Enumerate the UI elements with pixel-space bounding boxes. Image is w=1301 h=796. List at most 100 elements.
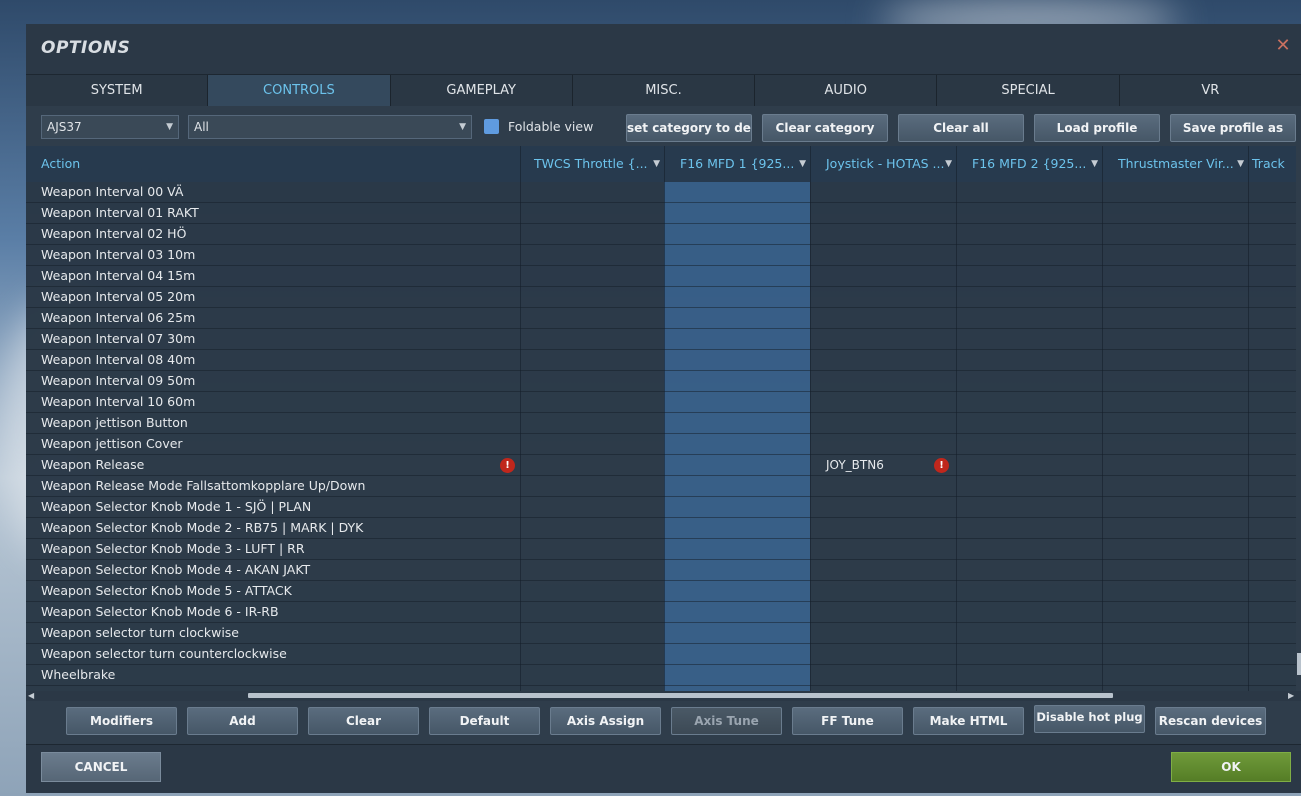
warning-icon: ! bbox=[934, 458, 949, 473]
load-profile-button[interactable]: Load profile bbox=[1034, 114, 1160, 142]
action-label: Weapon Interval 04 15m bbox=[41, 268, 196, 283]
table-row[interactable]: Weapon Selector Knob Mode 5 - ATTACK bbox=[26, 581, 1296, 602]
tab-special[interactable]: SPECIAL bbox=[937, 75, 1120, 107]
reset-category-button[interactable]: set category to defa bbox=[626, 114, 752, 142]
device-header-label: TWCS Throttle {... bbox=[534, 156, 648, 171]
device-column-header[interactable]: Thrustmaster Vir... ▼ bbox=[1102, 146, 1248, 182]
clear-button[interactable]: Clear bbox=[308, 707, 419, 735]
table-row[interactable]: Wheelbrake bbox=[26, 665, 1296, 686]
device-column-header[interactable]: Track bbox=[1248, 146, 1296, 182]
tab-gameplay[interactable]: GAMEPLAY bbox=[391, 75, 573, 107]
default-button[interactable]: Default bbox=[429, 707, 540, 735]
chevron-down-icon: ▼ bbox=[653, 159, 660, 169]
warning-icon: ! bbox=[500, 458, 515, 473]
table-row[interactable]: Weapon Interval 01 RAKT bbox=[26, 203, 1296, 224]
tab-controls[interactable]: CONTROLS bbox=[208, 75, 391, 107]
table-row[interactable]: Weapon Release Mode Fallsattomkopplare U… bbox=[26, 476, 1296, 497]
table-row[interactable]: Weapon Selector Knob Mode 1 - SJÖ | PLAN bbox=[26, 497, 1296, 518]
table-row[interactable]: Weapon Interval 02 HÖ bbox=[26, 224, 1296, 245]
action-label: Weapon jettison Button bbox=[41, 415, 188, 430]
add-button[interactable]: Add bbox=[187, 707, 298, 735]
action-label: Weapon Selector Knob Mode 1 - SJÖ | PLAN bbox=[41, 499, 312, 514]
device-column-header[interactable]: F16 MFD 2 {925... ▼ bbox=[956, 146, 1102, 182]
table-row[interactable]: Weapon Interval 05 20m bbox=[26, 287, 1296, 308]
table-row[interactable]: Weapon selector turn counterclockwise bbox=[26, 644, 1296, 665]
action-label: Weapon Interval 03 10m bbox=[41, 247, 196, 262]
table-row[interactable]: Weapon Interval 04 15m bbox=[26, 266, 1296, 287]
action-label: Weapon Release Mode Fallsattomkopplare U… bbox=[41, 478, 366, 493]
action-label: Weapon selector turn clockwise bbox=[41, 625, 239, 640]
modifiers-button[interactable]: Modifiers bbox=[66, 707, 177, 735]
tab-audio[interactable]: AUDIO bbox=[755, 75, 938, 107]
clear-all-button[interactable]: Clear all bbox=[898, 114, 1024, 142]
category-select[interactable]: All ▼ bbox=[188, 115, 472, 139]
table-row[interactable]: Weapon selector turn clockwise bbox=[26, 623, 1296, 644]
ok-button[interactable]: OK bbox=[1171, 752, 1291, 782]
table-row[interactable]: Weapon Selector Knob Mode 3 - LUFT | RR bbox=[26, 539, 1296, 560]
table-row[interactable]: Weapon Selector Knob Mode 2 - RB75 | MAR… bbox=[26, 518, 1296, 539]
tab-system[interactable]: SYSTEM bbox=[26, 75, 209, 107]
device-header-label: Track bbox=[1252, 156, 1285, 171]
table-row[interactable]: Weapon Interval 08 40m bbox=[26, 350, 1296, 371]
action-label: Weapon Selector Knob Mode 5 - ATTACK bbox=[41, 583, 292, 598]
table-row[interactable]: Weapon jettison Cover bbox=[26, 434, 1296, 455]
scroll-left-icon[interactable]: ◀ bbox=[28, 691, 34, 701]
chevron-down-icon: ▼ bbox=[1237, 159, 1244, 169]
action-label: Weapon Interval 08 40m bbox=[41, 352, 196, 367]
tab-vr[interactable]: VR bbox=[1120, 75, 1301, 107]
table-row[interactable]: Weapon Interval 00 VÄ bbox=[26, 182, 1296, 203]
table-row[interactable]: Weapon jettison Button bbox=[26, 413, 1296, 434]
close-icon[interactable]: ✕ bbox=[1273, 36, 1293, 56]
action-column-header[interactable]: Action bbox=[41, 146, 511, 182]
device-column-header[interactable]: TWCS Throttle {... ▼ bbox=[520, 146, 664, 182]
action-label: Weapon Interval 10 60m bbox=[41, 394, 196, 409]
table-row[interactable]: Weapon Selector Knob Mode 6 - IR-RB bbox=[26, 602, 1296, 623]
device-column-header[interactable]: F16 MFD 1 {925... ▼ bbox=[664, 146, 810, 182]
horizontal-scroll-thumb[interactable] bbox=[248, 693, 1113, 698]
checkbox-icon[interactable] bbox=[484, 119, 499, 134]
dialog-title: OPTIONS bbox=[41, 38, 131, 58]
tab-bar: SYSTEM CONTROLS GAMEPLAY MISC. AUDIO SPE… bbox=[26, 74, 1301, 108]
scroll-right-icon[interactable]: ▶ bbox=[1288, 691, 1294, 701]
table-row[interactable]: Weapon Interval 06 25m bbox=[26, 308, 1296, 329]
action-label: Weapon Interval 06 25m bbox=[41, 310, 196, 325]
aircraft-select-value: AJS37 bbox=[47, 120, 82, 134]
action-label: Weapon Interval 07 30m bbox=[41, 331, 196, 346]
ff-tune-button[interactable]: FF Tune bbox=[792, 707, 903, 735]
action-label: Weapon Interval 00 VÄ bbox=[41, 184, 184, 199]
device-header-label: F16 MFD 1 {925... bbox=[680, 156, 795, 171]
table-row[interactable]: Weapon Release JOY_BTN6!! bbox=[26, 455, 1296, 476]
action-label: Weapon Interval 01 RAKT bbox=[41, 205, 199, 220]
tab-misc[interactable]: MISC. bbox=[573, 75, 756, 107]
make-html-button[interactable]: Make HTML bbox=[913, 707, 1024, 735]
clear-category-button[interactable]: Clear category bbox=[762, 114, 888, 142]
vertical-scroll-thumb[interactable] bbox=[1297, 653, 1301, 675]
device-header-label: Joystick - HOTAS ... bbox=[826, 156, 945, 171]
dialog-footer: CANCEL OK bbox=[26, 744, 1301, 793]
table-row[interactable]: Weapon Selector Knob Mode 4 - AKAN JAKT bbox=[26, 560, 1296, 581]
save-profile-button[interactable]: Save profile as bbox=[1170, 114, 1296, 142]
action-label: Weapon Selector Knob Mode 6 - IR-RB bbox=[41, 604, 279, 619]
binding-actions-bar: Modifiers Add Clear Default Axis Assign … bbox=[26, 701, 1301, 744]
disable-hot-plug-button[interactable]: Disable hot plug bbox=[1034, 705, 1145, 733]
device-column-header[interactable]: Joystick - HOTAS ... ▼ bbox=[810, 146, 956, 182]
action-label: Weapon Interval 02 HÖ bbox=[41, 226, 187, 241]
chevron-down-icon: ▼ bbox=[945, 159, 952, 169]
axis-assign-button[interactable]: Axis Assign bbox=[550, 707, 661, 735]
binding-value[interactable]: JOY_BTN6 bbox=[826, 455, 884, 475]
action-label: Weapon Interval 09 50m bbox=[41, 373, 196, 388]
options-dialog: OPTIONS ✕ SYSTEM CONTROLS GAMEPLAY MISC.… bbox=[26, 24, 1301, 793]
table-row[interactable]: Weapon Interval 10 60m bbox=[26, 392, 1296, 413]
bindings-grid: Action TWCS Throttle {... ▼ F16 MFD 1 {9… bbox=[26, 146, 1301, 691]
vertical-scrollbar[interactable] bbox=[1296, 146, 1301, 691]
axis-tune-button[interactable]: Axis Tune bbox=[671, 707, 782, 735]
action-label: Weapon Release bbox=[41, 457, 145, 472]
aircraft-select[interactable]: AJS37 ▼ bbox=[41, 115, 179, 139]
horizontal-scrollbar[interactable]: ◀ ▶ bbox=[26, 691, 1301, 701]
cancel-button[interactable]: CANCEL bbox=[41, 752, 161, 782]
action-label: Wheelbrake bbox=[41, 667, 116, 682]
table-row[interactable]: Weapon Interval 07 30m bbox=[26, 329, 1296, 350]
rescan-devices-button[interactable]: Rescan devices bbox=[1155, 707, 1266, 735]
table-row[interactable]: Weapon Interval 09 50m bbox=[26, 371, 1296, 392]
table-row[interactable]: Weapon Interval 03 10m bbox=[26, 245, 1296, 266]
